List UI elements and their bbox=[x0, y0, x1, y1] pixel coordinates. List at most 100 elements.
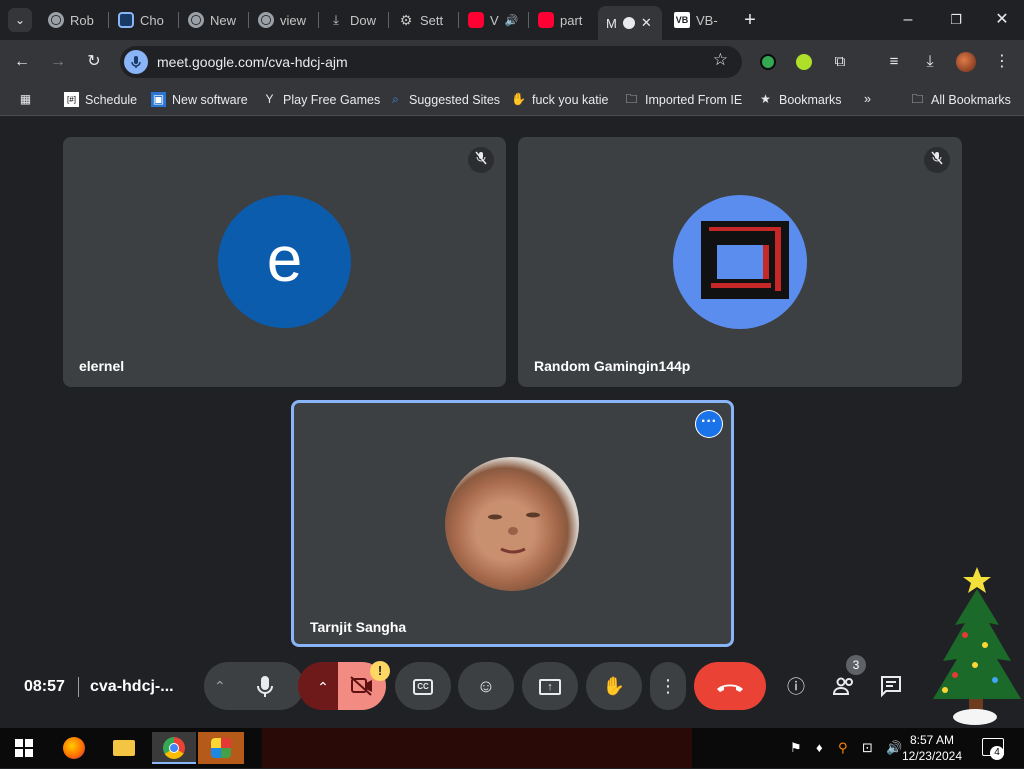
hang-up-icon bbox=[717, 684, 743, 692]
forward-button[interactable]: → bbox=[46, 50, 70, 74]
captions-button[interactable]: CC bbox=[395, 662, 451, 710]
chevron-up-icon[interactable]: ⌃ bbox=[214, 662, 226, 710]
participant-tile-random-gaming[interactable]: Random Gamingin144p bbox=[518, 137, 962, 387]
people-icon[interactable] bbox=[831, 674, 857, 700]
hand-icon: ✋ bbox=[602, 676, 626, 696]
participant-tile-elernel[interactable]: e elernel bbox=[63, 137, 506, 387]
tab-rob[interactable]: Rob bbox=[40, 6, 106, 34]
apps-grid-icon[interactable]: ▦ bbox=[18, 92, 33, 107]
tab-meet-active[interactable]: M ✕ bbox=[598, 6, 662, 40]
taskbar-clock[interactable]: 8:57 AM 12/23/2024 bbox=[902, 732, 962, 764]
address-bar[interactable]: meet.google.com/cva-hdcj-ajm ☆ bbox=[120, 46, 742, 78]
chrome-icon bbox=[258, 12, 274, 28]
closed-captions-icon: CC bbox=[413, 679, 433, 696]
bookmarks-bar: ▦ [#] Schedule ▣ New software Y Play Fre… bbox=[0, 84, 1024, 116]
q-icon bbox=[118, 12, 134, 28]
more-options-menu-button[interactable]: ⋮ bbox=[650, 662, 686, 710]
bookmark-new-software[interactable]: ▣ New software bbox=[151, 92, 248, 107]
wallpaper-strip bbox=[262, 728, 692, 768]
tab-youtube-v[interactable]: V 🔊 bbox=[460, 6, 526, 34]
meeting-time: 08:57 bbox=[24, 678, 65, 695]
participant-tile-tarnjit[interactable]: ··· Tarnjit Sangha bbox=[291, 400, 734, 647]
url-text: meet.google.com/cva-hdcj-ajm bbox=[157, 54, 348, 70]
volume-icon[interactable]: 🔊 bbox=[886, 740, 902, 756]
tab-search-button[interactable]: ⌄ bbox=[8, 8, 32, 32]
extension-ball-icon[interactable] bbox=[796, 54, 812, 70]
bookmark-custom[interactable]: ✋ fuck you katie bbox=[511, 92, 608, 107]
bookmark-play-free-games[interactable]: Y Play Free Games bbox=[262, 92, 380, 107]
bookmarks-overflow-button[interactable]: » bbox=[864, 92, 871, 106]
microphone-site-icon[interactable] bbox=[124, 50, 148, 74]
file-explorer-icon[interactable] bbox=[104, 732, 144, 764]
downloads-icon[interactable]: ⤓ bbox=[918, 50, 942, 74]
gear-icon: ⚙ bbox=[399, 12, 413, 28]
chrome-taskbar-icon[interactable] bbox=[152, 732, 196, 764]
reactions-button[interactable]: ☺ bbox=[458, 662, 514, 710]
chevron-up-icon: ⌃ bbox=[317, 679, 329, 695]
present-button[interactable]: ↑ bbox=[522, 662, 578, 710]
camera-warning-badge: ! bbox=[370, 661, 390, 681]
bookmark-imported-from-ie[interactable]: 🗀 Imported From IE bbox=[624, 92, 742, 107]
participant-name: Random Gamingin144p bbox=[534, 358, 691, 374]
app-taskbar-icon[interactable] bbox=[198, 732, 244, 764]
mic-muted-icon bbox=[468, 147, 494, 173]
extension-green-icon[interactable] bbox=[760, 54, 776, 70]
droplet-icon[interactable]: ♦ bbox=[816, 740, 823, 755]
more-horiz-icon: ··· bbox=[696, 411, 722, 437]
more-options-button[interactable]: ··· bbox=[695, 410, 723, 438]
meeting-info-icon[interactable]: ⓘ bbox=[783, 674, 809, 700]
media-control-icon[interactable]: ≡ bbox=[882, 50, 906, 74]
youtube-icon bbox=[538, 12, 554, 28]
folder-icon: 🗀 bbox=[911, 92, 924, 106]
minimize-button[interactable]: – bbox=[890, 6, 926, 34]
menu-kebab-icon[interactable]: ⋮ bbox=[990, 50, 1014, 74]
tab-strip: ⌄ Rob Cho New view ⤓ Dow ⚙ Sett V 🔊 part… bbox=[0, 0, 1024, 40]
network-people-icon[interactable]: ⚑ bbox=[790, 740, 802, 756]
bookmark-bookmarks[interactable]: ★ Bookmarks bbox=[758, 92, 841, 107]
new-tab-button[interactable]: + bbox=[732, 6, 768, 34]
restore-button[interactable]: ❐ bbox=[938, 6, 974, 34]
close-window-button[interactable]: ✕ bbox=[984, 6, 1020, 34]
tab-new[interactable]: New bbox=[180, 6, 246, 34]
avatar-photo-tarnjit bbox=[445, 457, 579, 591]
all-bookmarks-button[interactable]: 🗀 All Bookmarks bbox=[910, 92, 1010, 107]
reload-button[interactable]: ↻ bbox=[82, 50, 106, 74]
chrome-icon bbox=[48, 12, 64, 28]
notification-count-badge: 4 bbox=[990, 746, 1004, 760]
tab-downloads[interactable]: ⤓ Dow bbox=[320, 6, 386, 34]
raise-hand-button[interactable]: ✋ bbox=[586, 662, 642, 710]
tab-view[interactable]: view bbox=[250, 6, 316, 34]
network-icon[interactable]: ⊡ bbox=[862, 740, 873, 756]
tab-vb[interactable]: VB VB- bbox=[666, 6, 732, 34]
avatar-elernel: e bbox=[218, 195, 351, 328]
bookmark-star-icon[interactable]: ☆ bbox=[713, 50, 728, 70]
youtube-icon bbox=[468, 12, 484, 28]
windows-start-icon[interactable] bbox=[4, 732, 44, 764]
chat-icon[interactable] bbox=[878, 674, 904, 700]
divider bbox=[78, 677, 79, 697]
tab-cho[interactable]: Cho bbox=[110, 6, 176, 34]
firefox-icon[interactable] bbox=[54, 732, 94, 764]
schedule-icon: [#] bbox=[64, 92, 79, 107]
chevron-down-icon: ⌄ bbox=[14, 13, 26, 27]
search-icon: ⌕ bbox=[392, 92, 399, 106]
microphone-icon[interactable] bbox=[254, 662, 276, 728]
tab-youtube-part[interactable]: part bbox=[530, 6, 596, 34]
search-tray-icon[interactable]: ⚲ bbox=[838, 740, 848, 756]
participant-name: Tarnjit Sangha bbox=[310, 619, 407, 635]
close-tab-icon[interactable]: ✕ bbox=[641, 15, 652, 31]
hand-icon: ✋ bbox=[511, 92, 526, 106]
profile-avatar[interactable] bbox=[956, 52, 976, 72]
back-button[interactable]: ← bbox=[10, 50, 34, 74]
leave-call-button[interactable] bbox=[694, 662, 766, 710]
bookmark-suggested-sites[interactable]: ⌕ Suggested Sites bbox=[388, 92, 500, 107]
tab-settings[interactable]: ⚙ Sett bbox=[390, 6, 456, 34]
browser-toolbar: ← → ↻ meet.google.com/cva-hdcj-ajm ☆ ⧉ ≡… bbox=[0, 40, 1024, 84]
bookmark-schedule[interactable]: [#] Schedule bbox=[64, 92, 137, 107]
meeting-code[interactable]: cva-hdcj-... bbox=[90, 678, 174, 696]
emoji-icon: ☺ bbox=[476, 676, 496, 696]
extensions-puzzle-icon[interactable]: ⧉ bbox=[828, 50, 852, 74]
people-count-badge: 3 bbox=[846, 655, 866, 675]
present-screen-icon: ↑ bbox=[539, 679, 561, 696]
christmas-tree-decoration bbox=[925, 565, 1021, 730]
